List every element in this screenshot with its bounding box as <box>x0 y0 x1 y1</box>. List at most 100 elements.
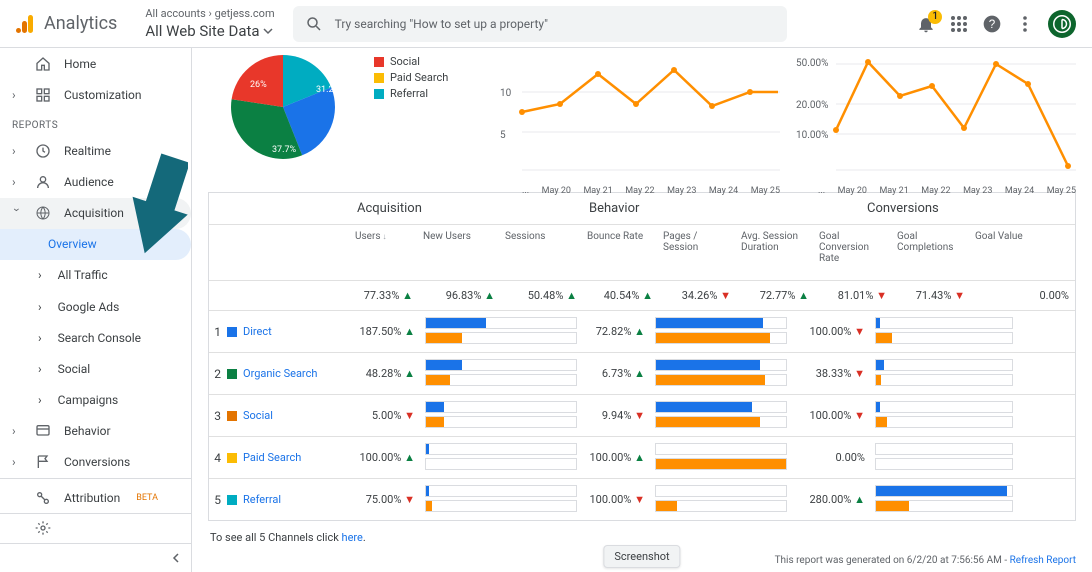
nav-google-ads-label: Google Ads <box>58 300 120 314</box>
svg-text:?: ? <box>989 18 996 31</box>
notif-badge: 1 <box>928 10 942 24</box>
nav-conversions-label: Conversions <box>64 455 130 469</box>
nav-overview-label: Overview <box>48 237 97 251</box>
col-sessions[interactable]: Sessions <box>501 225 583 280</box>
nav-realtime-label: Realtime <box>64 144 111 158</box>
nav-overview[interactable]: Overview <box>0 229 191 260</box>
nav-acquisition-label: Acquisition <box>64 206 124 220</box>
nav-audience[interactable]: ›Audience <box>0 166 191 197</box>
pie-legend: Social Paid Search Referral <box>374 52 448 182</box>
breadcrumb: All accounts › getjess.com <box>145 7 274 20</box>
acquisition-icon <box>34 205 52 221</box>
view-name: All Web Site Data <box>145 22 259 40</box>
sidebar: Home ›Customization REPORTS ›Realtime ›A… <box>0 48 192 572</box>
search-input[interactable]: Try searching "How to set up a property" <box>293 6 787 42</box>
channel-link[interactable]: Paid Search <box>243 451 301 464</box>
notifications-button[interactable]: 1 <box>916 14 936 34</box>
home-icon <box>34 56 52 72</box>
svg-text:26%: 26% <box>250 80 267 90</box>
col-gv[interactable]: Goal Value <box>971 225 1075 280</box>
beta-badge: BETA <box>136 493 158 503</box>
apps-button[interactable] <box>950 15 968 33</box>
nav-acquisition[interactable]: ›Acquisition <box>0 198 191 229</box>
channel-link[interactable]: Direct <box>243 325 272 338</box>
channel-link[interactable]: Referral <box>243 493 281 506</box>
nav-campaigns-label: Campaigns <box>58 393 119 407</box>
svg-text:37.7%: 37.7% <box>272 145 297 155</box>
nav-customization-label: Customization <box>64 88 142 102</box>
view-selector[interactable]: All accounts › getjess.com All Web Site … <box>145 7 274 40</box>
nav-realtime[interactable]: ›Realtime <box>0 135 191 166</box>
chevron-down-icon <box>263 26 273 36</box>
more-vert-icon <box>1016 15 1034 33</box>
header-actions: 1 ? <box>916 10 1076 38</box>
apps-icon <box>950 15 968 33</box>
nav-search-console[interactable]: ›Search Console <box>0 322 191 353</box>
col-pps[interactable]: Pages / Session <box>659 225 737 280</box>
nav-all-traffic[interactable]: ›All Traffic <box>0 260 191 291</box>
product-name: Analytics <box>44 13 117 34</box>
table-row[interactable]: 2 Organic Search 48.28% ▲ 6.73% ▲ 38.33%… <box>209 352 1075 394</box>
search-placeholder: Try searching "How to set up a property" <box>335 17 548 31</box>
nav-social-label: Social <box>58 362 91 376</box>
nav-search-console-label: Search Console <box>58 331 141 345</box>
ga-logo[interactable]: Analytics <box>14 12 117 36</box>
avatar-icon <box>1053 15 1071 33</box>
col-new-users[interactable]: New Users <box>419 225 501 280</box>
col-bounce[interactable]: Bounce Rate <box>583 225 659 280</box>
main-content: 26% 31.2% 37.7% Social Paid Search Refer… <box>192 48 1092 572</box>
screenshot-button[interactable]: Screenshot <box>603 545 680 568</box>
more-button[interactable] <box>1016 15 1034 33</box>
table-row[interactable]: 5 Referral 75.00% ▼ 100.00% ▼ 280.00% ▲ <box>209 478 1075 520</box>
nav-all-traffic-label: All Traffic <box>58 268 108 282</box>
table-row[interactable]: 4 Paid Search 100.00% ▲ 100.00% ▲ 0.00% <box>209 436 1075 478</box>
nav-attribution-label: Attribution <box>64 491 120 505</box>
help-button[interactable]: ? <box>982 14 1002 34</box>
svg-text:31.2%: 31.2% <box>316 85 341 95</box>
see-all-link[interactable]: here <box>342 531 363 544</box>
nav-social[interactable]: ›Social <box>0 353 191 384</box>
help-icon: ? <box>982 14 1002 34</box>
group-conversions: Conversions <box>861 193 1075 224</box>
summary-row: 77.33% ▲ 96.83% ▲ 50.48% ▲ 40.54% ▲ 34.2… <box>209 280 1075 310</box>
table-row[interactable]: 1 Direct 187.50% ▲ 72.82% ▲ 100.00% ▼ <box>209 310 1075 352</box>
col-gc[interactable]: Goal Completions <box>893 225 971 280</box>
nav-audience-label: Audience <box>64 175 114 189</box>
refresh-link[interactable]: Refresh Report <box>1010 555 1076 566</box>
flag-icon <box>34 454 52 470</box>
nav-conversions[interactable]: ›Conversions <box>0 447 191 478</box>
person-icon <box>34 174 52 190</box>
nav-behavior[interactable]: ›Behavior <box>0 416 191 447</box>
users-line-chart: 105 ...May 20May 21May 22May 23May 24May… <box>500 52 780 182</box>
section-reports: REPORTS <box>0 110 191 135</box>
nav-home[interactable]: Home <box>0 48 191 79</box>
table-row[interactable]: 3 Social 5.00% ▼ 9.94% ▼ 100.00% ▼ <box>209 394 1075 436</box>
acquisition-table: Acquisition Behavior Conversions Users↓ … <box>208 192 1076 521</box>
nav-customization[interactable]: ›Customization <box>0 79 191 110</box>
nav-behavior-label: Behavior <box>64 424 111 438</box>
col-asd[interactable]: Avg. Session Duration <box>737 225 815 280</box>
nav-google-ads[interactable]: ›Google Ads <box>0 291 191 322</box>
account-avatar[interactable] <box>1048 10 1076 38</box>
report-timestamp: This report was generated on 6/2/20 at 7… <box>775 555 1076 566</box>
channel-link[interactable]: Social <box>243 409 273 422</box>
conversion-line-chart: 50.00%20.00%10.00% ...May 20May 21May 22… <box>796 52 1076 182</box>
nav-campaigns[interactable]: ›Campaigns <box>0 384 191 415</box>
nav-attribution[interactable]: Attribution BETA <box>0 483 191 513</box>
group-behavior: Behavior <box>583 193 793 224</box>
channel-link[interactable]: Organic Search <box>243 367 317 380</box>
header: Analytics All accounts › getjess.com All… <box>0 0 1092 48</box>
clock-icon <box>34 143 52 159</box>
pie-chart: 26% 31.2% 37.7% Social Paid Search Refer… <box>208 52 484 182</box>
col-gcr[interactable]: Goal Conversion Rate <box>815 225 893 280</box>
attribution-icon <box>34 490 52 506</box>
gear-icon <box>34 520 52 536</box>
nav-admin[interactable] <box>0 513 191 543</box>
behavior-icon <box>34 423 52 439</box>
sidebar-collapse[interactable] <box>0 543 191 572</box>
chevron-left-icon <box>171 553 181 563</box>
search-icon <box>305 15 323 33</box>
dashboard-icon <box>34 87 52 103</box>
col-users[interactable]: Users↓ <box>351 225 419 280</box>
group-acquisition: Acquisition <box>351 193 583 224</box>
